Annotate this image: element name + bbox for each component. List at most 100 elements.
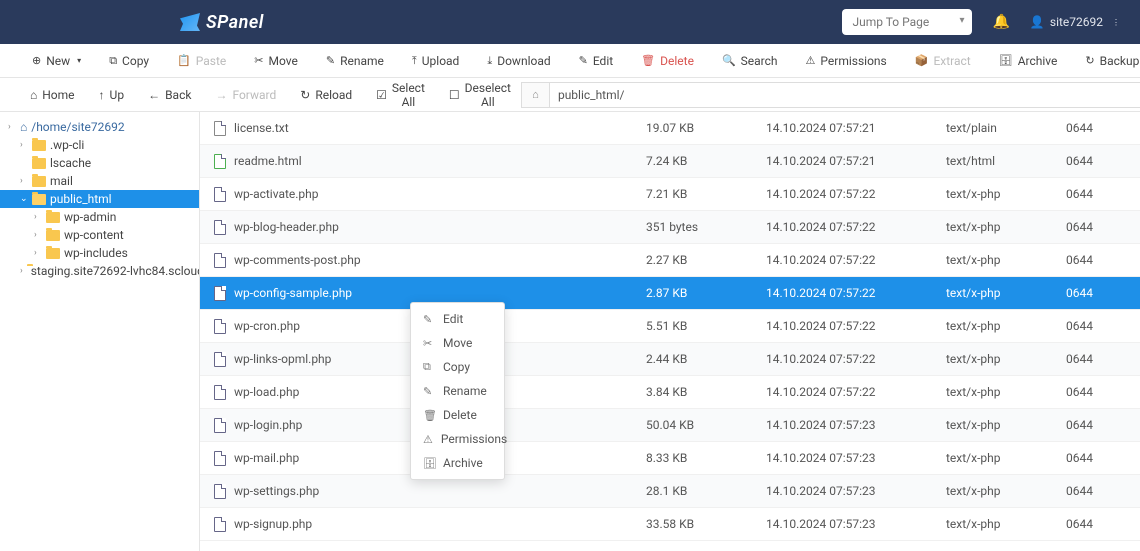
tree-item--home-site72692[interactable]: ›⌂/home/site72692 [0, 118, 199, 136]
tree-item-label: wp-includes [64, 246, 128, 260]
tree-item-wp-admin[interactable]: ›wp-admin [0, 208, 199, 226]
new-button[interactable]: ⊕New▾ [20, 48, 93, 74]
file-icon [214, 187, 226, 202]
ctx-move[interactable]: ✂Move [411, 331, 504, 355]
file-type: text/x-php [946, 286, 1066, 300]
file-row[interactable]: wp-mail.php8.33 KB14.10.2024 07:57:23tex… [200, 442, 1140, 475]
ctx-rename[interactable]: ✎Rename [411, 379, 504, 403]
expand-icon: › [20, 266, 23, 276]
move-button[interactable]: ✂Move [242, 48, 310, 74]
file-row[interactable]: wp-signup.php33.58 KB14.10.2024 07:57:23… [200, 508, 1140, 541]
file-row[interactable]: wp-login.php50.04 KB14.10.2024 07:57:23t… [200, 409, 1140, 442]
tree-item-lscache[interactable]: lscache [0, 154, 199, 172]
file-date: 14.10.2024 07:57:22 [766, 319, 946, 333]
ctx-permissions[interactable]: ⚠Permissions [411, 427, 504, 451]
ctx-label: Delete [443, 408, 477, 422]
download-icon: ⤓ [487, 54, 492, 68]
file-row[interactable]: wp-links-opml.php2.44 KB14.10.2024 07:57… [200, 343, 1140, 376]
file-date: 14.10.2024 07:57:23 [766, 418, 946, 432]
extract-button: 📦Extract [903, 48, 983, 74]
file-name: wp-signup.php [234, 517, 312, 531]
ctx-copy[interactable]: ⧉Copy [411, 355, 504, 379]
folder-icon [32, 140, 46, 151]
file-permissions: 0644 [1066, 319, 1126, 333]
tree-item-wp-content[interactable]: ›wp-content [0, 226, 199, 244]
download-label: Download [497, 54, 550, 68]
file-size: 19.07 KB [646, 121, 766, 135]
brand-logo[interactable]: SPanel [180, 12, 264, 33]
folder-icon [46, 230, 60, 241]
ctx-label: Move [443, 336, 472, 350]
forward-icon: → [215, 88, 227, 102]
tree-item-staging-site72692-lvhc84-scloudsite[interactable]: › staging.site72692-lvhc84.scloudsite [0, 262, 199, 280]
file-row[interactable]: wp-comments-post.php2.27 KB14.10.2024 07… [200, 244, 1140, 277]
backup-button[interactable]: ↻Backup [1073, 48, 1140, 74]
selectall-button[interactable]: ☑ Select All [366, 77, 435, 113]
ctx-delete[interactable]: 🗑Delete [411, 403, 504, 427]
archive-button[interactable]: 🗄 Archive [987, 48, 1070, 74]
file-icon [214, 418, 226, 433]
main-toolbar: ⊕New▾⧉Copy📋Paste✂Move✎Rename⤒Upload⤓Down… [0, 44, 1140, 78]
back-button[interactable]: ←Back [138, 84, 201, 106]
archive-icon: 🗄 [999, 54, 1013, 67]
edit-label: Edit [593, 54, 613, 68]
user-menu[interactable]: 👤 site72692 ⋮ [1030, 15, 1120, 29]
deselectall-button[interactable]: ☐Deselect All [439, 77, 521, 113]
edit-button[interactable]: ✎Edit [567, 48, 626, 74]
file-permissions: 0644 [1066, 517, 1126, 531]
tree-item-wp-includes[interactable]: ›wp-includes [0, 244, 199, 262]
ctx-label: Permissions [441, 432, 507, 446]
copy-button[interactable]: ⧉Copy [97, 48, 161, 74]
file-permissions: 0644 [1066, 418, 1126, 432]
path-input[interactable] [549, 82, 1140, 108]
folder-tree: ›⌂/home/site72692›.wp-clilscache›mail⌄pu… [0, 112, 200, 551]
tree-item-mail[interactable]: ›mail [0, 172, 199, 190]
move-label: Move [269, 54, 298, 68]
file-size: 33.58 KB [646, 517, 766, 531]
file-row[interactable]: wp-cron.php5.51 KB14.10.2024 07:57:22tex… [200, 310, 1140, 343]
search-button[interactable]: 🔍 Search [710, 48, 790, 74]
file-icon [214, 286, 226, 301]
backup-label: Backup [1100, 54, 1140, 68]
delete-button[interactable]: 🗑Delete [629, 48, 706, 74]
chevron-down-icon: ⋮ [1112, 18, 1120, 27]
file-row[interactable]: wp-load.php3.84 KB14.10.2024 07:57:22tex… [200, 376, 1140, 409]
extract-icon: 📦 [915, 54, 929, 67]
file-row[interactable]: wp-activate.php7.21 KB14.10.2024 07:57:2… [200, 178, 1140, 211]
permissions-button[interactable]: ⚠Permissions [794, 48, 899, 74]
file-name: wp-load.php [234, 385, 299, 399]
home-path-icon[interactable]: ⌂ [521, 82, 549, 108]
home-button[interactable]: ⌂Home [20, 84, 85, 106]
selectall-icon: ☑ [376, 88, 387, 102]
ctx-edit[interactable]: ✎Edit [411, 307, 504, 331]
file-permissions: 0644 [1066, 352, 1126, 366]
file-size: 351 bytes [646, 220, 766, 234]
upload-button[interactable]: ⤒Upload [400, 48, 471, 74]
file-row[interactable]: wp-blog-header.php351 bytes14.10.2024 07… [200, 211, 1140, 244]
back-label: Back [165, 88, 191, 102]
search-label: Search [741, 54, 778, 68]
file-permissions: 0644 [1066, 154, 1126, 168]
file-row[interactable]: license.txt19.07 KB14.10.2024 07:57:21te… [200, 112, 1140, 145]
expand-icon: › [8, 122, 16, 132]
ctx-archive[interactable]: 🗄Archive [411, 451, 504, 475]
reload-button[interactable]: ↻Reload [290, 84, 362, 106]
edit-icon: ✎ [423, 313, 435, 326]
tree-item--wp-cli[interactable]: ›.wp-cli [0, 136, 199, 154]
file-name: readme.html [234, 154, 302, 168]
rename-button[interactable]: ✎Rename [314, 48, 396, 74]
selectall-label: Select All [392, 81, 425, 109]
tree-item-label: staging.site72692-lvhc84.scloudsite [31, 264, 200, 278]
jump-to-page-select[interactable] [842, 9, 972, 35]
download-button[interactable]: ⤓ Download [475, 48, 562, 74]
tree-item-public-html[interactable]: ⌄public_html [0, 190, 199, 208]
file-row[interactable]: readme.html7.24 KB14.10.2024 07:57:21tex… [200, 145, 1140, 178]
up-button[interactable]: ↑Up [89, 84, 135, 106]
notifications-icon[interactable]: 🔔 [992, 14, 1009, 30]
search-icon: 🔍 [722, 54, 736, 67]
file-row[interactable]: wp-settings.php28.1 KB14.10.2024 07:57:2… [200, 475, 1140, 508]
copy-icon: ⧉ [109, 54, 117, 68]
file-size: 2.44 KB [646, 352, 766, 366]
file-row[interactable]: wp-config-sample.php2.87 KB14.10.2024 07… [200, 277, 1140, 310]
archive-label: Archive [1018, 54, 1058, 68]
